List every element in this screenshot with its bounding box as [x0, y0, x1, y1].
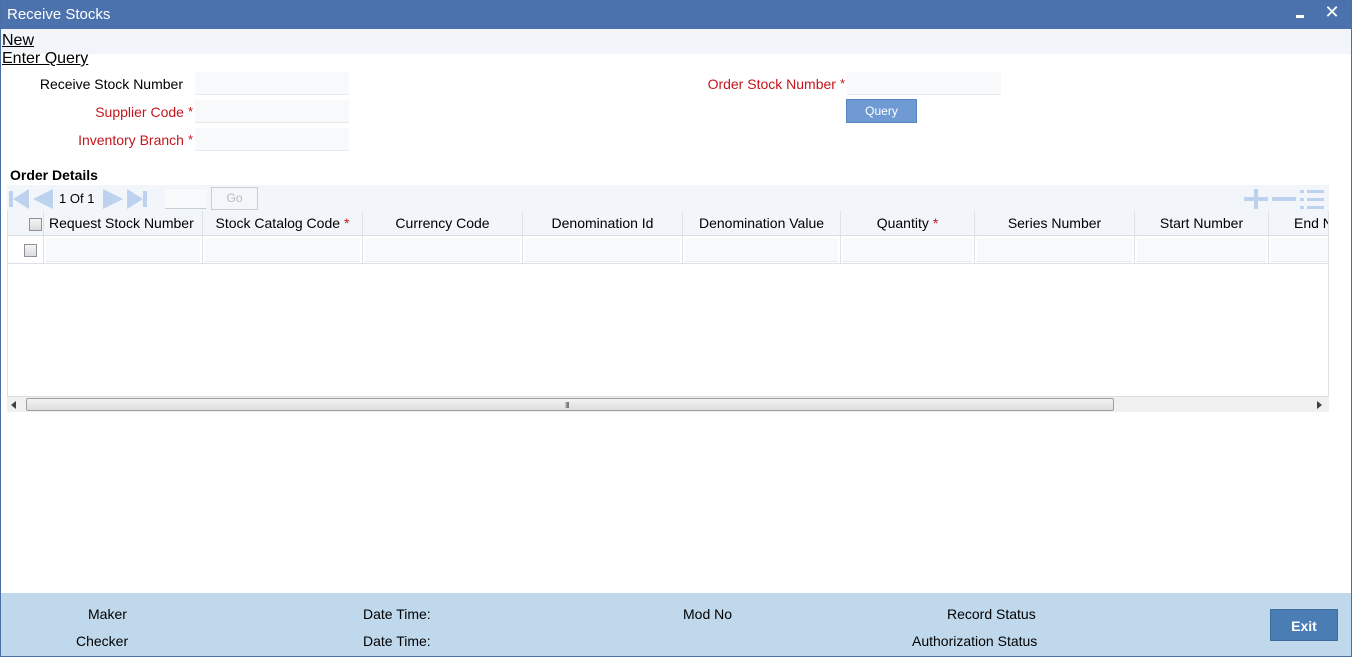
receive-stock-number-input[interactable]	[195, 72, 349, 95]
grid-header: Request Stock Number Stock Catalog Code *…	[8, 211, 1328, 236]
required-mark: *	[187, 104, 193, 119]
inventory-branch-label: Inventory Branch *	[21, 132, 193, 148]
page-number-input[interactable]	[165, 189, 206, 209]
column-header-label: Quantity	[876, 215, 929, 231]
receive-stock-number-label-text: Receive Stock Number	[39, 76, 183, 92]
column-header-label: Denomination Value	[698, 215, 825, 231]
horizontal-scrollbar[interactable]: III	[7, 396, 1329, 412]
column-header-label: Denomination Id	[551, 215, 654, 231]
add-row-icon[interactable]	[1244, 189, 1268, 209]
minimize-icon[interactable]	[1293, 7, 1307, 23]
scrollbar-thumb[interactable]: III	[26, 398, 1114, 411]
required-mark: *	[932, 215, 939, 231]
query-button[interactable]: Query	[846, 99, 917, 123]
record-status-label: Record Status	[947, 606, 1036, 622]
title-bar: Receive Stocks ✕	[1, 1, 1351, 29]
table-cell[interactable]	[841, 236, 975, 264]
column-header[interactable]: Start Number	[1135, 211, 1269, 236]
column-header[interactable]: Denomination Value	[683, 211, 841, 236]
column-header[interactable]: Quantity *	[841, 211, 975, 236]
authorization-status-label: Authorization Status	[912, 633, 1038, 649]
column-header[interactable]: Stock Catalog Code *	[203, 211, 363, 236]
audit-footer	[1, 593, 1351, 656]
column-header-label: Start Number	[1159, 215, 1244, 231]
scroll-left-icon[interactable]	[11, 401, 16, 409]
column-header-label: Stock Catalog Code	[215, 215, 341, 231]
mod-no-label: Mod No	[683, 606, 733, 622]
table-cell[interactable]	[523, 236, 683, 264]
receive-stock-number-label: Receive Stock Number	[21, 76, 183, 92]
table-row[interactable]	[8, 236, 1328, 264]
window-title: Receive Stocks	[7, 6, 111, 23]
delete-row-icon[interactable]	[1272, 197, 1296, 201]
last-page-icon[interactable]	[127, 189, 149, 209]
table-cell[interactable]	[1135, 236, 1269, 264]
receive-stocks-window: Receive Stocks ✕ New Enter Query Receive…	[0, 0, 1352, 657]
maker-date-time-label: Date Time:	[363, 606, 431, 622]
scroll-grip: III	[565, 401, 570, 410]
supplier-code-label: Supplier Code *	[21, 104, 193, 120]
enter-query-link[interactable]: Enter Query	[2, 50, 88, 68]
table-cell[interactable]	[363, 236, 523, 264]
total-pages: 1	[87, 191, 95, 206]
column-header[interactable]: Currency Code	[363, 211, 523, 236]
order-stock-number-input[interactable]	[847, 72, 1001, 95]
page-info: 1 Of 1	[59, 191, 94, 206]
scroll-right-icon[interactable]	[1317, 401, 1322, 409]
new-link[interactable]: New	[2, 32, 34, 50]
column-header-label: End Number	[1294, 215, 1328, 231]
close-icon[interactable]: ✕	[1323, 2, 1341, 24]
grid-toolbar: 1 Of 1 Go	[7, 185, 1329, 211]
select-all-cell	[8, 211, 44, 236]
exit-button[interactable]: Exit	[1270, 609, 1338, 641]
column-header-label: Currency Code	[395, 215, 490, 231]
row-checkbox[interactable]	[24, 244, 37, 257]
required-mark: *	[187, 132, 193, 147]
order-details-title: Order Details	[10, 167, 98, 183]
maker-label: Maker	[88, 606, 127, 622]
table-cell[interactable]	[975, 236, 1135, 264]
column-header-label: Request Stock Number	[49, 215, 194, 231]
inventory-branch-label-text: Inventory Branch	[78, 132, 184, 148]
select-all-checkbox[interactable]	[29, 218, 42, 231]
order-stock-number-label: Order Stock Number *	[661, 76, 845, 92]
table-cell[interactable]	[1269, 236, 1328, 264]
supplier-code-input[interactable]	[195, 100, 349, 123]
previous-page-icon[interactable]	[33, 189, 55, 209]
table-cell[interactable]	[44, 236, 203, 264]
required-mark: *	[839, 76, 845, 91]
single-view-icon[interactable]	[1300, 189, 1324, 209]
column-header[interactable]: Denomination Id	[523, 211, 683, 236]
column-header-label: Series Number	[1007, 215, 1102, 231]
order-details-grid: Request Stock Number Stock Catalog Code *…	[7, 211, 1329, 396]
column-header[interactable]: Series Number	[975, 211, 1135, 236]
of-label: Of	[69, 191, 84, 206]
go-button[interactable]: Go	[211, 187, 258, 210]
table-cell[interactable]	[683, 236, 841, 264]
order-stock-number-label-text: Order Stock Number	[707, 76, 836, 92]
row-select-cell	[8, 236, 44, 264]
action-band	[1, 29, 1351, 54]
first-page-icon[interactable]	[9, 189, 29, 209]
column-header[interactable]: Request Stock Number	[44, 211, 203, 236]
checker-date-time-label: Date Time:	[363, 633, 431, 649]
supplier-code-label-text: Supplier Code	[95, 104, 184, 120]
current-page: 1	[59, 191, 67, 206]
required-mark: *	[344, 215, 350, 231]
table-cell[interactable]	[203, 236, 363, 264]
column-header[interactable]: End Number	[1269, 211, 1328, 236]
checker-label: Checker	[76, 633, 129, 649]
next-page-icon[interactable]	[103, 189, 125, 209]
inventory-branch-input[interactable]	[195, 128, 349, 151]
